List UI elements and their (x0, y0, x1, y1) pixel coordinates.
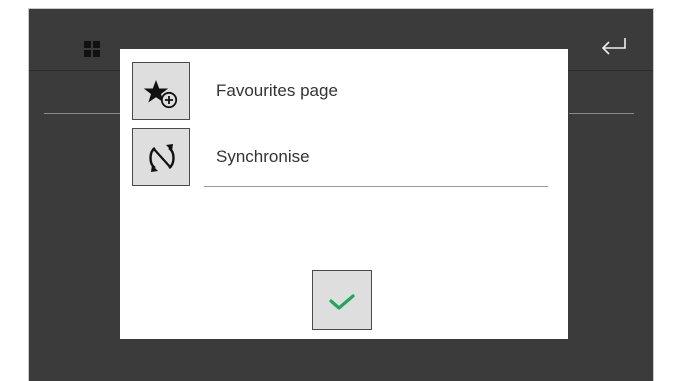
menu-item-favourites[interactable]: Favourites page (132, 62, 552, 120)
star-add-icon (143, 80, 178, 109)
synchronise-button[interactable] (132, 128, 190, 186)
divider (569, 113, 634, 114)
confirm-button[interactable] (312, 270, 372, 330)
grid-icon[interactable] (84, 41, 100, 57)
menu-item-label: Synchronise (216, 147, 310, 166)
divider (204, 186, 548, 187)
enter-icon[interactable] (598, 35, 630, 59)
options-dialog: Favourites page Synchronise (120, 49, 568, 339)
checkmark-icon (329, 294, 355, 310)
menu-item-synchronise[interactable]: Synchronise (132, 128, 552, 186)
favourites-button[interactable] (132, 62, 190, 120)
sync-icon (149, 144, 175, 172)
divider (44, 113, 124, 114)
menu-item-label: Favourites page (216, 81, 338, 100)
